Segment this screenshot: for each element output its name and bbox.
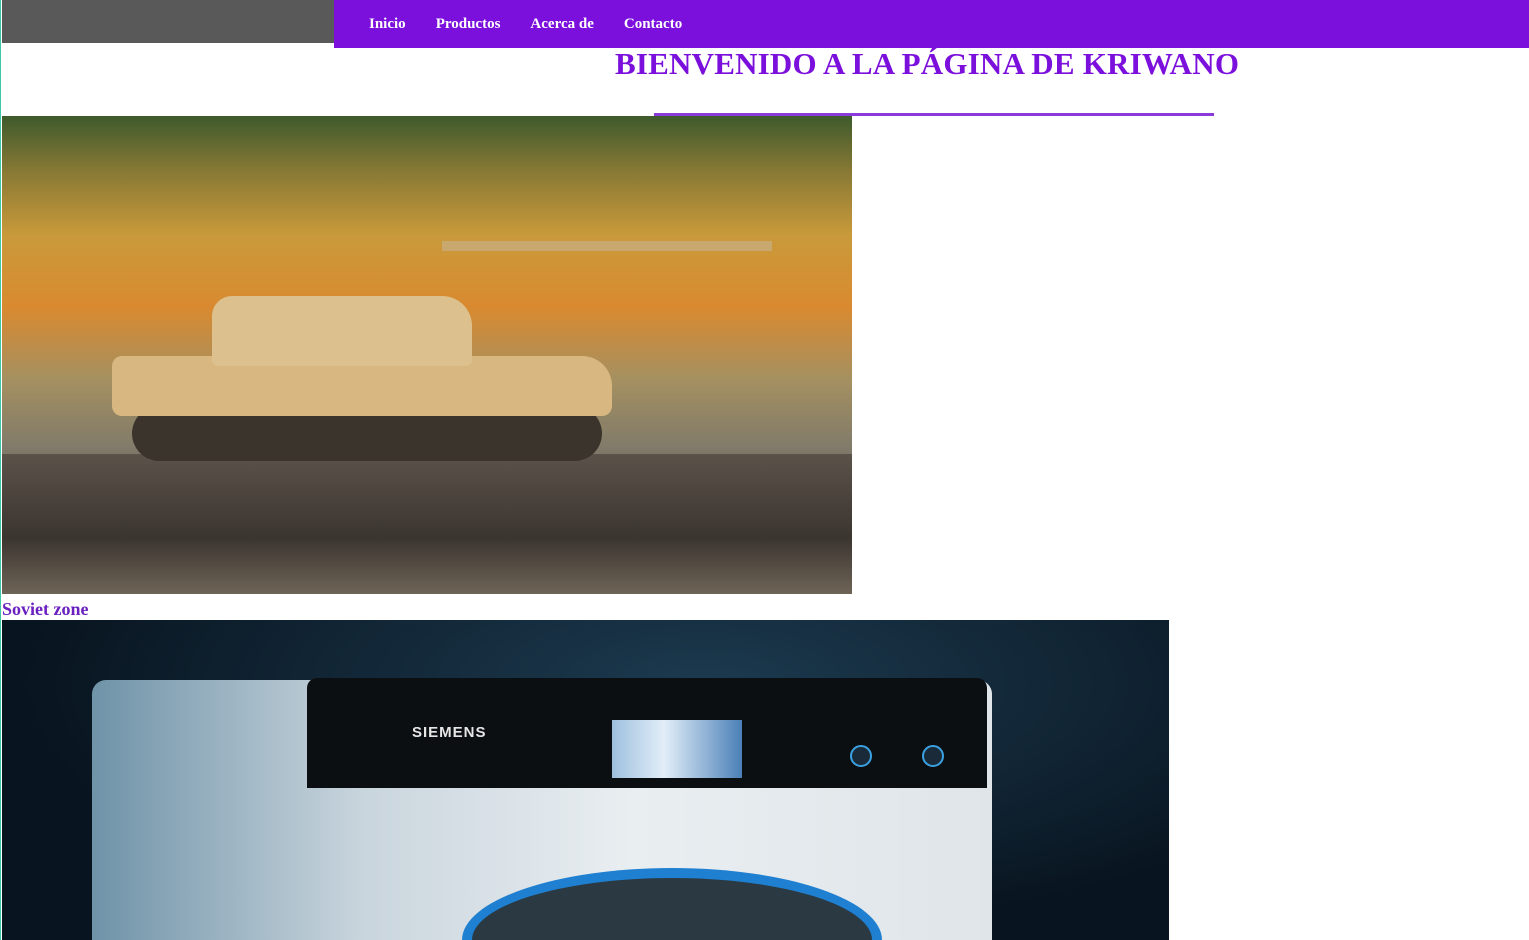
washing-machine-image: SIEMENS — [2, 620, 1169, 940]
nav-productos[interactable]: Productos — [436, 16, 501, 33]
top-gray-bar — [2, 0, 334, 43]
image-ground — [2, 454, 852, 594]
washer-brand-logo: SIEMENS — [412, 724, 487, 741]
tank-barrel — [442, 241, 772, 251]
washer-screen — [612, 720, 742, 778]
main-navbar: Inicio Productos Acerca de Contacto — [334, 0, 1529, 48]
nav-inicio[interactable]: Inicio — [369, 16, 406, 33]
washer-button-icon — [922, 745, 944, 767]
image-caption: Soviet zone — [2, 599, 89, 619]
nav-acerca-de[interactable]: Acerca de — [530, 16, 593, 33]
washer-button-icon — [850, 745, 872, 767]
page-title: BIENVENIDO A LA PÁGINA DE KRIWANO — [615, 46, 1240, 81]
tank-image — [2, 116, 852, 594]
tank-turret — [212, 296, 472, 366]
nav-contacto[interactable]: Contacto — [624, 16, 682, 33]
